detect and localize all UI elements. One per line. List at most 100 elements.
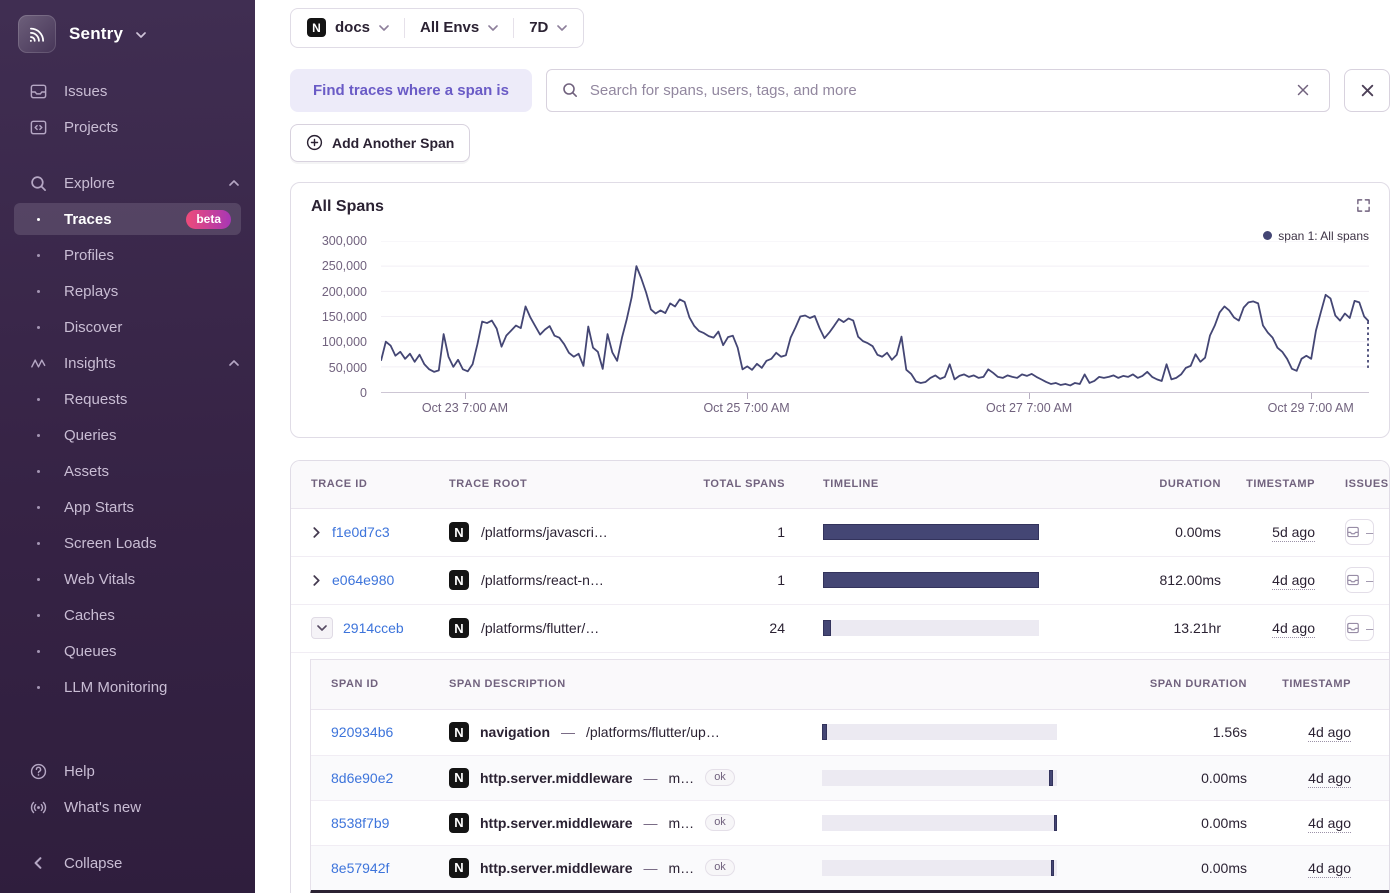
sidebar-item-projects[interactable]: Projects xyxy=(0,109,255,145)
sidebar-item-help[interactable]: Help xyxy=(0,753,255,789)
sidebar-item-label: Discover xyxy=(64,318,123,336)
sentry-logo-icon xyxy=(18,15,56,53)
issues-button[interactable]: – xyxy=(1345,615,1375,642)
add-another-span-button[interactable]: Add Another Span xyxy=(290,123,471,162)
sidebar-item-app-starts[interactable]: App Starts xyxy=(0,489,255,525)
expand-chevron-right-icon[interactable] xyxy=(311,573,322,588)
span-description-text: /platforms/flutter/up… xyxy=(586,724,720,741)
remove-span-filter-button[interactable] xyxy=(1344,68,1390,112)
bullet-icon xyxy=(28,434,48,437)
timeline-track xyxy=(822,859,1057,876)
column-header-timestamp: TIMESTAMP xyxy=(1282,678,1351,691)
span-row: 8d6e90e2 N http.server.middleware — m… o… xyxy=(311,754,1389,800)
sidebar-item-queries[interactable]: Queries xyxy=(0,417,255,453)
span-duration-value: 1.56s xyxy=(1212,724,1247,741)
sidebar-item-label: Queues xyxy=(64,642,117,660)
issues-count: – xyxy=(1366,620,1374,636)
sidebar-item-label: Screen Loads xyxy=(64,534,157,552)
timestamp-value[interactable]: 4d ago xyxy=(1272,572,1315,591)
timeline-track xyxy=(822,769,1057,786)
chevron-up-icon xyxy=(229,360,239,366)
bullet-icon xyxy=(28,290,48,293)
sidebar-collapse-button[interactable]: Collapse xyxy=(0,845,255,881)
timeline-bar xyxy=(823,572,1039,589)
span-op: http.server.middleware xyxy=(480,769,633,786)
sidebar-item-issues[interactable]: Issues xyxy=(0,73,255,109)
sidebar-item-screen-loads[interactable]: Screen Loads xyxy=(0,525,255,561)
series-line xyxy=(381,266,1369,385)
trace-id-link[interactable]: 2914cceb xyxy=(343,620,404,636)
timestamp-value[interactable]: 4d ago xyxy=(1308,814,1351,833)
timestamp-value[interactable]: 4d ago xyxy=(1308,724,1351,743)
timestamp-value[interactable]: 4d ago xyxy=(1308,859,1351,878)
sidebar-item-traces[interactable]: Traces beta xyxy=(14,203,241,235)
environment-selector[interactable]: All Envs xyxy=(420,19,499,36)
sidebar-item-assets[interactable]: Assets xyxy=(0,453,255,489)
timestamp-value[interactable]: 4d ago xyxy=(1308,769,1351,788)
chevron-down-icon xyxy=(379,25,389,31)
column-header-duration: DURATION xyxy=(1159,478,1221,491)
sidebar-item-discover[interactable]: Discover xyxy=(0,309,255,345)
total-spans-value: 24 xyxy=(769,620,785,637)
sidebar-item-web-vitals[interactable]: Web Vitals xyxy=(0,561,255,597)
sidebar-item-queues[interactable]: Queues xyxy=(0,633,255,669)
y-axis-label: 50,000 xyxy=(328,360,367,375)
issues-button[interactable]: – xyxy=(1345,567,1375,594)
span-status-badge: ok xyxy=(705,769,735,787)
project-selector[interactable]: N docs xyxy=(307,18,389,38)
sidebar-item-caches[interactable]: Caches xyxy=(0,597,255,633)
sidebar-item-llm-monitoring[interactable]: LLM Monitoring xyxy=(0,669,255,705)
sidebar-item-requests[interactable]: Requests xyxy=(0,381,255,417)
separator: — xyxy=(643,859,658,876)
timeline-bar xyxy=(823,620,831,637)
timeline-track xyxy=(823,620,1039,637)
sidebar-section-label: Insights xyxy=(64,354,116,372)
y-axis: 300,000 250,000 200,000 150,000 100,000 50,00… xyxy=(311,234,367,400)
span-id-link[interactable]: 8e57942f xyxy=(331,860,389,876)
sidebar: Sentry Issues Projects Explore Traces be… xyxy=(0,0,255,893)
span-id-link[interactable]: 920934b6 xyxy=(331,724,393,740)
sidebar-item-label: Assets xyxy=(64,462,110,480)
timestamp-value[interactable]: 5d ago xyxy=(1272,524,1315,543)
separator: — xyxy=(643,814,658,831)
search-icon xyxy=(28,173,48,193)
timestamp-value[interactable]: 4d ago xyxy=(1272,620,1315,639)
sidebar-item-label: Caches xyxy=(64,606,115,624)
sidebar-item-profiles[interactable]: Profiles xyxy=(0,237,255,273)
sidebar-item-label: What's new xyxy=(64,798,142,816)
collapse-chevron-down-icon[interactable] xyxy=(311,617,333,640)
span-id-link[interactable]: 8d6e90e2 xyxy=(331,770,393,786)
column-header-timeline: TIMELINE xyxy=(823,478,879,491)
clear-search-icon[interactable] xyxy=(1292,79,1314,101)
duration-value: 13.21hr xyxy=(1173,620,1221,637)
org-switcher[interactable]: Sentry xyxy=(0,0,255,73)
sidebar-item-whats-new[interactable]: What's new xyxy=(0,789,255,825)
broadcast-icon xyxy=(28,797,48,817)
sidebar-item-replays[interactable]: Replays xyxy=(0,273,255,309)
span-id-link[interactable]: 8538f7b9 xyxy=(331,815,389,831)
trace-root-text: /platforms/flutter/… xyxy=(481,620,600,637)
trace-id-link[interactable]: e064e980 xyxy=(332,572,394,588)
fullscreen-icon[interactable] xyxy=(1356,198,1371,213)
trace-id-link[interactable]: f1e0d7c3 xyxy=(332,524,390,540)
sidebar-section-explore[interactable]: Explore xyxy=(0,165,255,201)
chevron-left-icon xyxy=(28,853,48,873)
expand-chevron-right-icon[interactable] xyxy=(311,525,322,540)
y-axis-label: 200,000 xyxy=(321,284,367,299)
bullet-icon xyxy=(28,470,48,473)
x-axis-tick xyxy=(1029,392,1031,399)
chart-title: All Spans xyxy=(311,197,384,215)
span-search-input[interactable] xyxy=(589,81,1280,99)
bullet-icon xyxy=(28,326,48,329)
traces-table: TRACE ID TRACE ROOT TOTAL SPANS TIMELINE… xyxy=(290,459,1390,893)
span-status-badge: ok xyxy=(705,814,735,832)
sidebar-section-insights[interactable]: Insights xyxy=(0,345,255,381)
sidebar-nav: Issues Projects Explore Traces beta Prof… xyxy=(0,73,255,705)
issues-button[interactable]: – xyxy=(1345,519,1375,546)
timeline-bar xyxy=(1050,859,1055,876)
date-range-selector[interactable]: 7D xyxy=(529,19,568,36)
bullet-icon xyxy=(28,218,48,221)
nextjs-logo-icon: N xyxy=(449,522,469,543)
timeline-track xyxy=(822,814,1057,831)
